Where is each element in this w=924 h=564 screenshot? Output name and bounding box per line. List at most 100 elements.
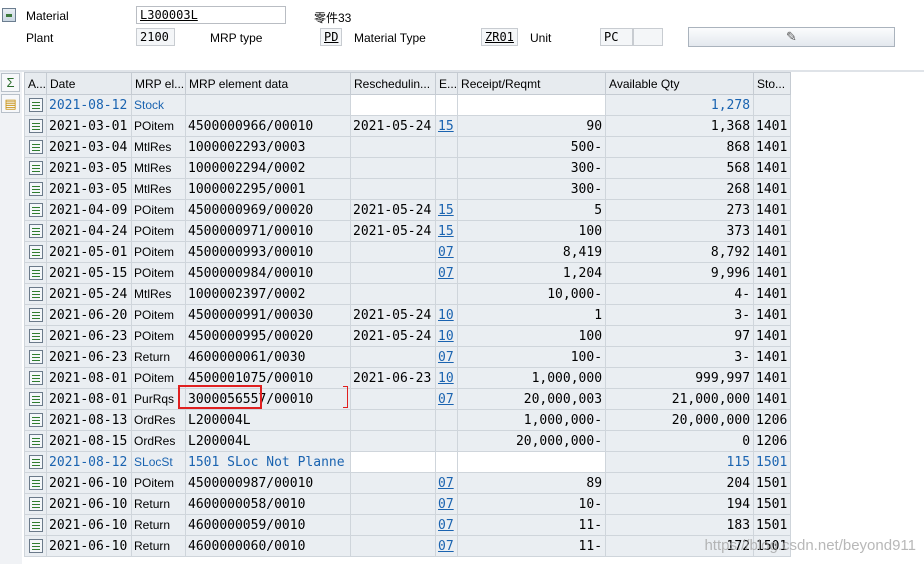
subtotal-icon[interactable]: ▤ <box>1 94 20 113</box>
element-details-icon[interactable] <box>28 350 43 364</box>
exception-cell[interactable]: 07 <box>435 472 459 494</box>
table-row[interactable]: 2021-06-10 Return 4600000058/0010 07 10- 194 1… <box>23 493 792 515</box>
col-header-mrp-element[interactable]: MRP el... <box>131 72 187 95</box>
available-qty-cell: 21,000,000 <box>605 388 755 410</box>
table-row[interactable]: 2021-06-10 Return 4600000060/0010 07 11- 172 1… <box>23 535 792 557</box>
exception-cell[interactable] <box>435 430 459 452</box>
row-icon-cell <box>23 430 48 452</box>
element-details-icon[interactable] <box>28 98 43 112</box>
col-header-storage-location[interactable]: Sto... <box>753 72 792 95</box>
table-row[interactable]: 2021-05-01 POitem 4500000993/00010 07 8,419 8… <box>23 241 792 263</box>
material-description: 零件33 <box>314 11 352 25</box>
element-details-icon[interactable] <box>28 371 43 385</box>
element-details-icon[interactable] <box>28 455 43 469</box>
table-row[interactable]: 2021-08-12 Stock 1,278 <box>23 94 792 116</box>
exception-cell[interactable]: 10 <box>435 304 459 326</box>
element-details-icon[interactable] <box>28 224 43 238</box>
exception-cell[interactable] <box>435 94 459 116</box>
element-details-icon[interactable] <box>28 392 43 406</box>
exception-cell[interactable]: 10 <box>435 325 459 347</box>
exception-cell[interactable] <box>435 451 459 473</box>
table-row[interactable]: 2021-08-13 OrdRes L200004L 1,000,000- 20,000… <box>23 409 792 431</box>
element-details-icon[interactable] <box>28 434 43 448</box>
sigma-icon[interactable]: Σ <box>1 73 20 92</box>
element-details-icon[interactable] <box>28 119 43 133</box>
element-details-icon[interactable] <box>28 140 43 154</box>
col-header-receipt-reqmt[interactable]: Receipt/Reqmt <box>457 72 607 95</box>
exception-cell[interactable]: 07 <box>435 262 459 284</box>
date-cell: 2021-06-10 <box>46 535 133 557</box>
exception-cell[interactable]: 10 <box>435 367 459 389</box>
table-row[interactable]: 2021-03-05 MtlRes 1000002294/0002 300- 568 14… <box>23 157 792 179</box>
element-details-icon[interactable] <box>28 539 43 553</box>
exception-cell[interactable] <box>435 283 459 305</box>
exception-cell[interactable]: 07 <box>435 535 459 557</box>
exception-cell[interactable]: 07 <box>435 241 459 263</box>
unit-extra-field[interactable] <box>633 28 663 46</box>
date-cell: 2021-08-01 <box>46 388 133 410</box>
exception-cell[interactable]: 07 <box>435 514 459 536</box>
rescheduling-cell <box>350 283 437 305</box>
row-icon-cell <box>23 535 48 557</box>
table-row[interactable]: 2021-06-23 POitem 4500000995/00020 2021-05-… <box>23 325 792 347</box>
col-header-rescheduling[interactable]: Reschedulin... <box>350 72 437 95</box>
element-details-icon[interactable] <box>28 287 43 301</box>
table-row[interactable]: 2021-06-23 Return 4600000061/0030 07 100- 3- 1… <box>23 346 792 368</box>
unit-field[interactable]: PC <box>600 28 633 46</box>
col-header-a[interactable]: A... <box>23 72 48 95</box>
table-row[interactable]: 2021-06-10 Return 4600000059/0010 07 11- 183 1… <box>23 514 792 536</box>
table-row[interactable]: 2021-04-09 POitem 4500000969/00020 2021-05-… <box>23 199 792 221</box>
element-details-icon[interactable] <box>28 329 43 343</box>
table-row[interactable]: 2021-08-01 POitem 4500001075/00010 2021-06-… <box>23 367 792 389</box>
exception-cell[interactable]: 15 <box>435 115 459 137</box>
exception-cell[interactable] <box>435 178 459 200</box>
receipt-reqmt-cell: 11- <box>457 535 607 557</box>
available-qty-cell: 568 <box>605 157 755 179</box>
table-row[interactable]: 2021-06-20 POitem 4500000991/00030 2021-05-… <box>23 304 792 326</box>
table-row[interactable]: 2021-03-04 MtlRes 1000002293/0003 500- 868 14… <box>23 136 792 158</box>
col-header-date[interactable]: Date <box>46 72 133 95</box>
exception-cell[interactable]: 07 <box>435 493 459 515</box>
table-row[interactable]: 2021-05-15 POitem 4500000984/00010 07 1,204 9… <box>23 262 792 284</box>
exception-cell[interactable]: 15 <box>435 220 459 242</box>
table-row[interactable]: 2021-08-15 OrdRes L200004L 20,000,000- 0 1206 <box>23 430 792 452</box>
exception-cell[interactable] <box>435 136 459 158</box>
table-row[interactable]: 2021-04-24 POitem 4500000971/00010 2021-05-… <box>23 220 792 242</box>
date-cell: 2021-06-20 <box>46 304 133 326</box>
col-header-available-qty[interactable]: Available Qty <box>605 72 755 95</box>
table-row[interactable]: 2021-06-10 POitem 4500000987/00010 07 89 204 1… <box>23 472 792 494</box>
element-details-icon[interactable] <box>28 161 43 175</box>
table-row[interactable]: 2021-03-01 POitem 4500000966/00010 2021-05-… <box>23 115 792 137</box>
element-details-icon[interactable] <box>28 308 43 322</box>
exception-cell[interactable]: 07 <box>435 346 459 368</box>
element-details-icon[interactable] <box>28 203 43 217</box>
element-details-icon[interactable] <box>28 413 43 427</box>
exception-cell[interactable] <box>435 409 459 431</box>
row-icon-cell <box>23 346 48 368</box>
date-cell: 2021-04-24 <box>46 220 133 242</box>
plant-field[interactable]: 2100 <box>136 28 175 46</box>
material-label: Material <box>26 9 69 23</box>
element-details-icon[interactable] <box>28 245 43 259</box>
material-type-field[interactable]: ZR01 <box>481 28 518 46</box>
col-header-exception[interactable]: E... <box>435 72 459 95</box>
mrp-element-data-cell: 4600000060/0010 <box>185 535 352 557</box>
material-overview-icon[interactable] <box>2 8 16 22</box>
material-field[interactable]: L300003L <box>136 6 286 24</box>
exception-cell[interactable] <box>435 157 459 179</box>
element-details-icon[interactable] <box>28 476 43 490</box>
element-details-icon[interactable] <box>28 497 43 511</box>
element-details-icon[interactable] <box>28 182 43 196</box>
exception-cell[interactable]: 07 <box>435 388 459 410</box>
table-row[interactable]: 2021-08-01 PurRqs 3000056557/00010 07 20,000… <box>23 388 792 410</box>
element-details-icon[interactable] <box>28 518 43 532</box>
edit-document-button[interactable]: ✎ <box>688 27 895 47</box>
element-details-icon[interactable] <box>28 266 43 280</box>
mrp-type-field[interactable]: PD <box>320 28 342 46</box>
col-header-mrp-element-data[interactable]: MRP element data <box>185 72 352 95</box>
watermark: https://blog.csdn.net/beyond911 <box>704 537 916 554</box>
table-row[interactable]: 2021-05-24 MtlRes 1000002397/0002 10,000- 4-… <box>23 283 792 305</box>
table-row[interactable]: 2021-08-12 SLocSt 1501 SLoc Not Planne 115 1… <box>23 451 792 473</box>
table-row[interactable]: 2021-03-05 MtlRes 1000002295/0001 300- 268 14… <box>23 178 792 200</box>
exception-cell[interactable]: 15 <box>435 199 459 221</box>
